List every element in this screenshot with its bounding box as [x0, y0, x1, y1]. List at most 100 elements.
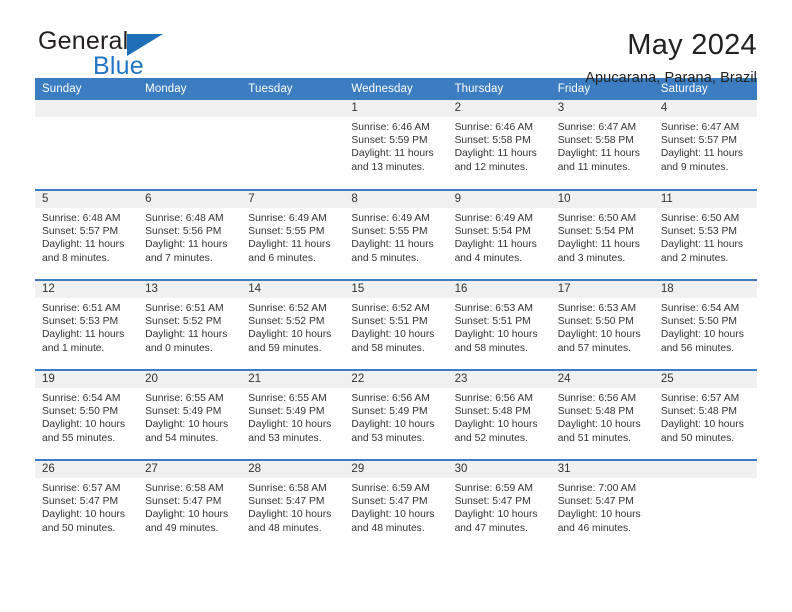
sunrise-text: Sunrise: 6:50 AM — [660, 213, 740, 224]
day-details: Sunrise: 6:48 AM Sunset: 5:56 PM Dayligh… — [138, 208, 241, 265]
sunset-text: Sunset: 5:47 PM — [557, 496, 634, 508]
day-details: Sunrise: 6:49 AM Sunset: 5:54 PM Dayligh… — [448, 208, 551, 265]
day-details: Sunrise: 6:46 AM Sunset: 5:58 PM Dayligh… — [448, 117, 551, 174]
day-cell[interactable]: 25 Sunrise: 6:57 AM Sunset: 5:48 PM Dayl… — [653, 370, 757, 460]
day-number: 18 — [653, 281, 757, 298]
day-cell[interactable]: 9 Sunrise: 6:49 AM Sunset: 5:54 PM Dayli… — [447, 190, 551, 280]
daylight-text: Daylight: 11 hours and 12 minutes. — [454, 148, 537, 173]
day-cell[interactable]: 11 Sunrise: 6:50 AM Sunset: 5:53 PM Dayl… — [653, 190, 757, 280]
day-cell[interactable]: 1 Sunrise: 6:46 AM Sunset: 5:59 PM Dayli… — [344, 100, 448, 190]
day-cell[interactable]: 19 Sunrise: 6:54 AM Sunset: 5:50 PM Dayl… — [35, 370, 139, 460]
day-details: Sunrise: 7:00 AM Sunset: 5:47 PM Dayligh… — [551, 478, 654, 535]
sunrise-text: Sunrise: 6:54 AM — [42, 393, 121, 404]
day-cell[interactable]: 4 Sunrise: 6:47 AM Sunset: 5:57 PM Dayli… — [653, 100, 757, 190]
day-details: Sunrise: 6:50 AM Sunset: 5:53 PM Dayligh… — [654, 208, 757, 265]
sunrise-text: Sunrise: 6:46 AM — [351, 122, 430, 133]
daylight-text: Daylight: 10 hours and 48 minutes. — [351, 509, 435, 534]
sunset-text: Sunset: 5:55 PM — [248, 226, 325, 238]
day-details: Sunrise: 6:50 AM Sunset: 5:54 PM Dayligh… — [551, 208, 654, 265]
day-cell[interactable]: 20 Sunrise: 6:55 AM Sunset: 5:49 PM Dayl… — [138, 370, 242, 460]
day-cell[interactable]: 18 Sunrise: 6:54 AM Sunset: 5:50 PM Dayl… — [653, 280, 757, 370]
day-details: Sunrise: 6:56 AM Sunset: 5:48 PM Dayligh… — [551, 388, 654, 445]
daylight-text: Daylight: 11 hours and 3 minutes. — [557, 239, 640, 264]
day-cell[interactable]: 17 Sunrise: 6:53 AM Sunset: 5:50 PM Dayl… — [550, 280, 654, 370]
sunset-text: Sunset: 5:54 PM — [557, 226, 634, 238]
day-details: Sunrise: 6:55 AM Sunset: 5:49 PM Dayligh… — [138, 388, 241, 445]
daylight-text: Daylight: 10 hours and 49 minutes. — [145, 509, 229, 534]
day-number: 17 — [550, 281, 654, 298]
day-details: Sunrise: 6:57 AM Sunset: 5:48 PM Dayligh… — [654, 388, 757, 445]
sunrise-text: Sunrise: 6:53 AM — [557, 303, 637, 314]
daylight-text: Daylight: 10 hours and 47 minutes. — [454, 509, 538, 534]
day-cell[interactable]: 29 Sunrise: 6:59 AM Sunset: 5:47 PM Dayl… — [344, 460, 448, 550]
daylight-text: Daylight: 11 hours and 6 minutes. — [248, 239, 331, 264]
day-details: Sunrise: 6:52 AM Sunset: 5:52 PM Dayligh… — [241, 298, 344, 355]
day-cell[interactable]: 23 Sunrise: 6:56 AM Sunset: 5:48 PM Dayl… — [447, 370, 551, 460]
day-cell[interactable]: 6 Sunrise: 6:48 AM Sunset: 5:56 PM Dayli… — [138, 190, 242, 280]
daylight-text: Daylight: 10 hours and 50 minutes. — [42, 509, 125, 534]
day-cell[interactable]: 15 Sunrise: 6:52 AM Sunset: 5:51 PM Dayl… — [344, 280, 448, 370]
sunset-text: Sunset: 5:48 PM — [660, 406, 737, 418]
sunset-text: Sunset: 5:49 PM — [351, 406, 428, 418]
sunrise-text: Sunrise: 6:49 AM — [351, 213, 430, 224]
day-number: 24 — [550, 371, 654, 388]
sunrise-text: Sunrise: 6:56 AM — [454, 393, 533, 404]
day-cell[interactable]: 3 Sunrise: 6:47 AM Sunset: 5:58 PM Dayli… — [550, 100, 654, 190]
title-block: May 2024 Apucarana, Parana, Brazil — [585, 28, 757, 89]
day-cell[interactable]: 31 Sunrise: 7:00 AM Sunset: 5:47 PM Dayl… — [550, 460, 654, 550]
day-details: Sunrise: 6:51 AM Sunset: 5:53 PM Dayligh… — [35, 298, 138, 355]
calendar-week-row: 1 Sunrise: 6:46 AM Sunset: 5:59 PM Dayli… — [35, 100, 757, 190]
calendar-table: Sunday Monday Tuesday Wednesday Thursday… — [35, 78, 757, 550]
sunrise-text: Sunrise: 6:55 AM — [145, 393, 224, 404]
day-cell[interactable]: 5 Sunrise: 6:48 AM Sunset: 5:57 PM Dayli… — [35, 190, 139, 280]
logo-text-blue: Blue — [93, 52, 144, 80]
day-number: 29 — [344, 461, 448, 478]
day-cell[interactable]: 26 Sunrise: 6:57 AM Sunset: 5:47 PM Dayl… — [35, 460, 139, 550]
weekday-header-tuesday: Tuesday — [241, 78, 345, 100]
sunset-text: Sunset: 5:52 PM — [248, 316, 325, 328]
sunset-text: Sunset: 5:58 PM — [557, 135, 634, 147]
sunset-text: Sunset: 5:50 PM — [557, 316, 634, 328]
day-cell[interactable]: 12 Sunrise: 6:51 AM Sunset: 5:53 PM Dayl… — [35, 280, 139, 370]
day-cell[interactable]: 21 Sunrise: 6:55 AM Sunset: 5:49 PM Dayl… — [241, 370, 345, 460]
sunset-text: Sunset: 5:51 PM — [454, 316, 531, 328]
daylight-text: Daylight: 11 hours and 13 minutes. — [351, 148, 434, 173]
day-number: 8 — [344, 191, 448, 208]
sunrise-text: Sunrise: 6:59 AM — [454, 483, 533, 494]
day-cell[interactable]: 22 Sunrise: 6:56 AM Sunset: 5:49 PM Dayl… — [344, 370, 448, 460]
sunrise-text: Sunrise: 6:53 AM — [454, 303, 533, 314]
day-number: 5 — [35, 191, 139, 208]
daylight-text: Daylight: 10 hours and 53 minutes. — [248, 419, 332, 444]
calendar-week-row: 26 Sunrise: 6:57 AM Sunset: 5:47 PM Dayl… — [35, 460, 757, 550]
daylight-text: Daylight: 11 hours and 9 minutes. — [660, 148, 744, 173]
day-cell[interactable]: 27 Sunrise: 6:58 AM Sunset: 5:47 PM Dayl… — [138, 460, 242, 550]
sunrise-text: Sunrise: 6:59 AM — [351, 483, 430, 494]
general-blue-logo[interactable]: General Blue — [35, 28, 238, 86]
daylight-text: Daylight: 11 hours and 1 minute. — [42, 329, 125, 354]
day-number: 1 — [344, 100, 448, 117]
day-details: Sunrise: 6:57 AM Sunset: 5:47 PM Dayligh… — [35, 478, 138, 535]
day-number: 28 — [241, 461, 345, 478]
day-cell[interactable]: 8 Sunrise: 6:49 AM Sunset: 5:55 PM Dayli… — [344, 190, 448, 280]
day-cell[interactable]: 30 Sunrise: 6:59 AM Sunset: 5:47 PM Dayl… — [447, 460, 551, 550]
day-cell[interactable]: 7 Sunrise: 6:49 AM Sunset: 5:55 PM Dayli… — [241, 190, 345, 280]
daylight-text: Daylight: 10 hours and 51 minutes. — [557, 419, 641, 444]
day-cell[interactable]: 24 Sunrise: 6:56 AM Sunset: 5:48 PM Dayl… — [550, 370, 654, 460]
day-cell[interactable]: 2 Sunrise: 6:46 AM Sunset: 5:58 PM Dayli… — [447, 100, 551, 190]
sunset-text: Sunset: 5:47 PM — [351, 496, 428, 508]
day-cell[interactable]: 16 Sunrise: 6:53 AM Sunset: 5:51 PM Dayl… — [447, 280, 551, 370]
daylight-text: Daylight: 10 hours and 59 minutes. — [248, 329, 332, 354]
sunrise-text: Sunrise: 6:47 AM — [557, 122, 637, 133]
daylight-text: Daylight: 10 hours and 58 minutes. — [454, 329, 538, 354]
day-details: Sunrise: 6:58 AM Sunset: 5:47 PM Dayligh… — [138, 478, 241, 535]
day-details: Sunrise: 6:47 AM Sunset: 5:57 PM Dayligh… — [654, 117, 757, 174]
daylight-text: Daylight: 10 hours and 48 minutes. — [248, 509, 332, 534]
day-details: Sunrise: 6:54 AM Sunset: 5:50 PM Dayligh… — [654, 298, 757, 355]
day-details: Sunrise: 6:59 AM Sunset: 5:47 PM Dayligh… — [448, 478, 551, 535]
day-cell[interactable]: 28 Sunrise: 6:58 AM Sunset: 5:47 PM Dayl… — [241, 460, 345, 550]
day-cell[interactable]: 13 Sunrise: 6:51 AM Sunset: 5:52 PM Dayl… — [138, 280, 242, 370]
sunset-text: Sunset: 5:48 PM — [557, 406, 634, 418]
day-cell[interactable]: 14 Sunrise: 6:52 AM Sunset: 5:52 PM Dayl… — [241, 280, 345, 370]
daylight-text: Daylight: 10 hours and 54 minutes. — [145, 419, 229, 444]
day-cell[interactable]: 10 Sunrise: 6:50 AM Sunset: 5:54 PM Dayl… — [550, 190, 654, 280]
